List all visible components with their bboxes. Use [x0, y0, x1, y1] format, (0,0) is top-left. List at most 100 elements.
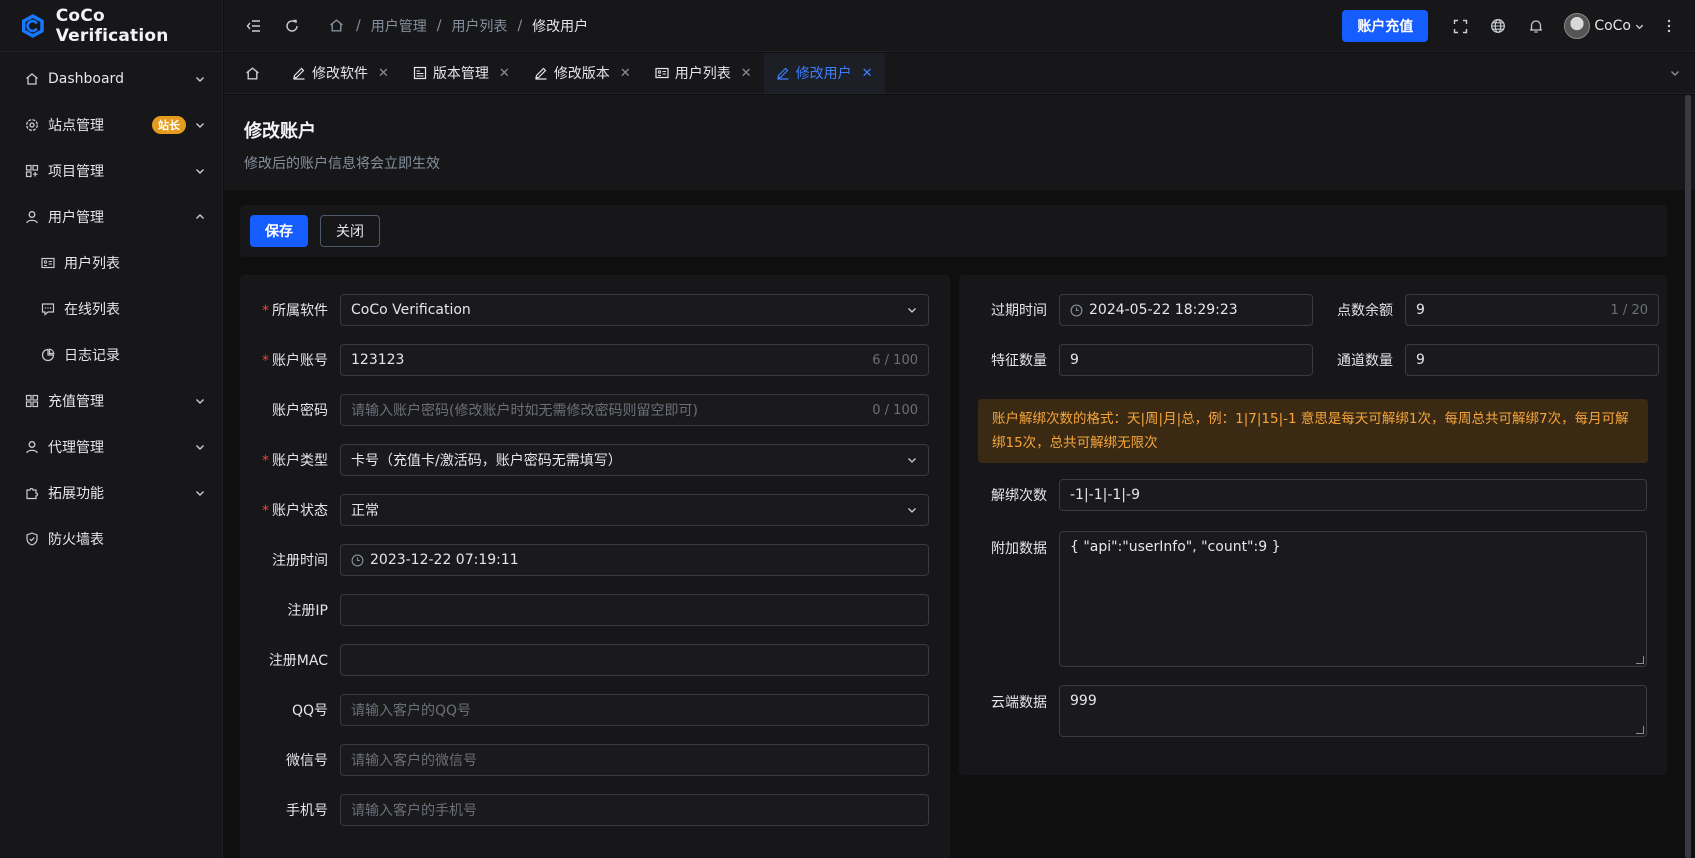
register-ip-input[interactable] — [340, 594, 929, 626]
input-placeholder: 请输入账户密码(修改账户时如无需修改密码则留空即可) — [351, 403, 698, 419]
feature-count-input[interactable]: 9 — [1059, 344, 1313, 376]
chevron-down-icon[interactable] — [1634, 21, 1645, 32]
close-button[interactable]: 关闭 — [320, 215, 380, 247]
resize-handle[interactable] — [1636, 726, 1644, 734]
field-label: 微信号 — [286, 753, 328, 769]
sidebar-item-label: Dashboard — [48, 71, 124, 87]
tab-edit-version[interactable]: 修改版本 ✕ — [522, 53, 643, 93]
avatar[interactable] — [1564, 13, 1591, 39]
phone-input[interactable]: 请输入客户的手机号 — [340, 794, 929, 826]
tab-edit-user[interactable]: 修改用户 ✕ — [763, 53, 885, 93]
register-mac-input[interactable] — [340, 644, 929, 676]
resize-handle[interactable] — [1636, 656, 1644, 664]
chevron-down-icon — [908, 308, 916, 313]
account-form-left: * 所属软件 CoCo Verification * 账户账号 123123 6 /… — [240, 275, 950, 858]
shield-icon — [24, 531, 40, 547]
sidebar-item-site[interactable]: 站点管理 站长 — [0, 102, 222, 148]
close-icon[interactable]: ✕ — [620, 66, 631, 81]
software-select[interactable]: CoCo Verification — [340, 294, 929, 326]
page-subtitle: 修改后的账户信息将会立即生效 — [244, 156, 440, 172]
form-row-password: 账户密码 请输入账户密码(修改账户时如无需修改密码则留空即可) 0 / 100 — [240, 394, 929, 426]
bell-icon[interactable] — [1526, 16, 1546, 36]
field-label: QQ号 — [291, 703, 328, 719]
vertical-scrollbar[interactable] — [1685, 95, 1691, 858]
close-icon[interactable]: ✕ — [862, 66, 873, 81]
tab-edit-software[interactable]: 修改软件 ✕ — [280, 53, 401, 93]
input-placeholder: 请输入客户的QQ号 — [351, 703, 472, 719]
textarea-value: { "api":"userInfo", "count":9 } — [1070, 539, 1281, 555]
recharge-button[interactable]: 账户充值 — [1342, 10, 1429, 42]
sidebar-item-agent[interactable]: 代理管理 — [0, 424, 222, 470]
home-icon[interactable] — [326, 16, 346, 36]
sidebar-item-online-list[interactable]: 在线列表 — [0, 286, 222, 332]
user-icon — [24, 209, 40, 225]
sidebar-item-project[interactable]: 项目管理 — [0, 148, 222, 194]
fullscreen-icon[interactable] — [1450, 16, 1470, 36]
scrollbar-thumb[interactable] — [1685, 95, 1691, 858]
char-counter: 6 / 100 — [872, 352, 918, 368]
wechat-input[interactable]: 请输入客户的微信号 — [340, 744, 929, 776]
tab-label: 版本管理 — [432, 66, 489, 82]
select-value: CoCo Verification — [351, 302, 471, 318]
sidebar-item-label: 防火墙表 — [48, 532, 104, 548]
label-text: 账户账号 — [272, 353, 328, 369]
menu-fold-icon[interactable] — [244, 16, 264, 36]
breadcrumb-current: 修改用户 — [532, 18, 589, 35]
tab-home[interactable] — [224, 53, 280, 93]
username[interactable]: CoCo — [1594, 18, 1631, 34]
cloud-data-textarea[interactable]: 999 — [1059, 685, 1647, 737]
account-status-select[interactable]: 正常 — [340, 494, 929, 526]
sidebar-item-user-list[interactable]: 用户列表 — [0, 240, 222, 286]
sidebar-item-label: 项目管理 — [48, 164, 104, 180]
expire-time-picker[interactable]: 2024-05-22 18:29:23 — [1059, 294, 1313, 326]
sidebar-item-user-management[interactable]: 用户管理 — [0, 194, 222, 240]
breadcrumb-item[interactable]: 用户管理 — [371, 16, 427, 36]
chevron-down-icon[interactable] — [1669, 67, 1681, 79]
page-title: 修改账户 — [244, 121, 316, 142]
chevron-down-icon — [908, 508, 916, 513]
sidebar-item-extensions[interactable]: 拓展功能 — [0, 470, 222, 516]
breadcrumb-item[interactable]: 用户列表 — [451, 16, 507, 36]
account-input[interactable]: 123123 6 / 100 — [340, 344, 929, 376]
save-button[interactable]: 保存 — [250, 215, 308, 247]
form-row-qq: QQ号 请输入客户的QQ号 — [240, 694, 929, 726]
input-value: 9 — [1070, 352, 1079, 368]
points-input[interactable]: 9 1 / 20 — [1405, 294, 1659, 326]
register-time-picker[interactable]: 2023-12-22 07:19:11 — [340, 544, 929, 576]
input-placeholder: 请输入客户的手机号 — [351, 803, 477, 819]
chevron-down-icon — [196, 123, 204, 128]
extra-data-textarea[interactable]: { "api":"userInfo", "count":9 } — [1059, 531, 1647, 667]
refresh-icon[interactable] — [282, 16, 302, 36]
sidebar-item-label: 用户管理 — [48, 210, 104, 226]
logo[interactable]: CoCo Verification — [0, 0, 222, 52]
field-label: 注册MAC — [268, 653, 328, 669]
more-vertical-icon[interactable] — [1659, 16, 1679, 36]
channel-count-input[interactable]: 9 — [1405, 344, 1659, 376]
tab-version-management[interactable]: 版本管理 ✕ — [401, 53, 522, 93]
sidebar-item-label: 日志记录 — [64, 348, 120, 364]
close-icon[interactable]: ✕ — [741, 66, 752, 81]
close-icon[interactable]: ✕ — [499, 66, 510, 81]
sidebar-menu: Dashboard 站点管理 站长 项目管理 用户管理 用户列表 在线列表 日志… — [0, 52, 222, 562]
input-value: 9 — [1416, 352, 1425, 368]
field-label: 过期时间 — [991, 303, 1047, 319]
id-card-icon — [40, 255, 56, 271]
unbind-count-input[interactable]: -1|-1|-1|-9 — [1059, 479, 1647, 511]
tab-label: 修改软件 — [312, 66, 368, 82]
form-row-cloud: 云端数据 999 — [959, 685, 1647, 737]
input-placeholder: 请输入客户的微信号 — [351, 753, 477, 769]
home-icon — [24, 71, 40, 87]
image-icon — [413, 66, 427, 80]
account-type-select[interactable]: 卡号（充值卡/激活码，账户密码无需填写） — [340, 444, 929, 476]
field-label: 附加数据 — [991, 541, 1047, 557]
globe-icon[interactable] — [1488, 16, 1508, 36]
sidebar-item-dashboard[interactable]: Dashboard — [0, 56, 222, 102]
sidebar-item-logs[interactable]: 日志记录 — [0, 332, 222, 378]
close-icon[interactable]: ✕ — [378, 66, 389, 81]
sidebar-item-firewall[interactable]: 防火墙表 — [0, 516, 222, 562]
app-name: CoCo Verification — [55, 5, 169, 46]
sidebar-item-recharge[interactable]: 充值管理 — [0, 378, 222, 424]
tab-user-list[interactable]: 用户列表 ✕ — [643, 53, 764, 93]
password-input[interactable]: 请输入账户密码(修改账户时如无需修改密码则留空即可) 0 / 100 — [340, 394, 929, 426]
qq-input[interactable]: 请输入客户的QQ号 — [340, 694, 929, 726]
